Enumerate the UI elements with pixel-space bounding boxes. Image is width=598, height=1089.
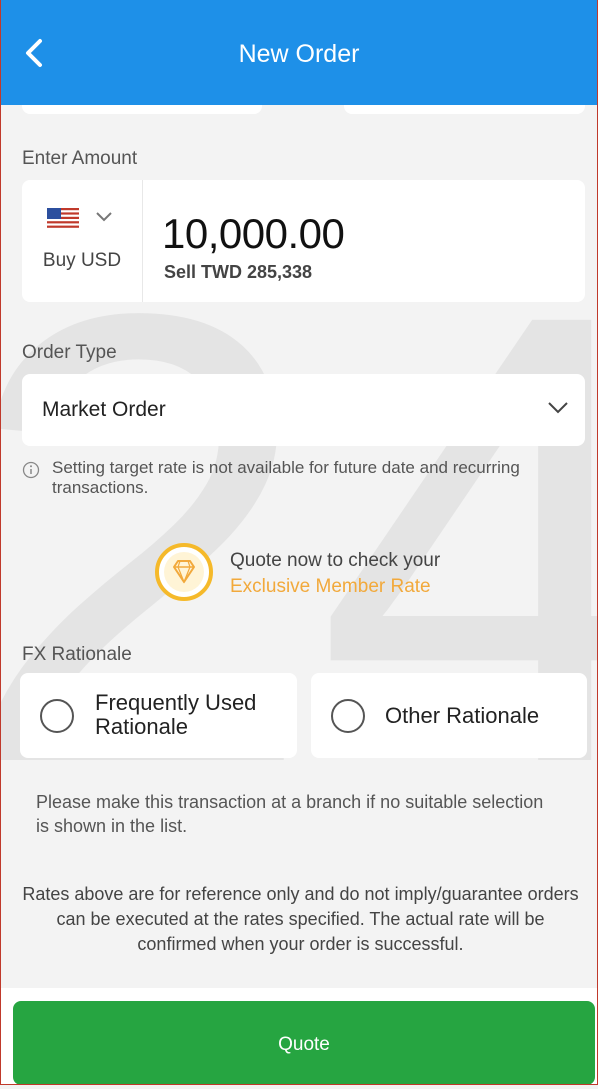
amount-card: Buy USD 10,000.00 Sell TWD 285,338 bbox=[22, 180, 585, 302]
order-type-label: Order Type bbox=[22, 342, 117, 363]
buy-currency-label: Buy USD bbox=[42, 250, 122, 271]
quote-button[interactable]: Quote bbox=[13, 1001, 595, 1085]
rationale-option-label: Other Rationale bbox=[385, 703, 540, 728]
page-title: New Order bbox=[238, 40, 360, 68]
diamond-icon bbox=[155, 543, 213, 601]
fx-rationale-label: FX Rationale bbox=[22, 644, 132, 665]
member-rate-text: Quote now to check your bbox=[230, 550, 441, 571]
currency-selector[interactable]: Buy USD bbox=[22, 180, 143, 302]
rationale-option-frequent[interactable]: Frequently Used Rationale bbox=[20, 673, 297, 758]
us-flag-icon bbox=[47, 208, 79, 230]
rate-disclaimer: Rates above are for reference only and d… bbox=[22, 884, 579, 954]
chevron-down-icon bbox=[548, 402, 568, 414]
amount-input[interactable]: 10,000.00 bbox=[162, 210, 345, 258]
order-type-value: Market Order bbox=[42, 398, 166, 421]
amount-label: Enter Amount bbox=[22, 148, 138, 169]
target-rate-note: Setting target rate is not available for… bbox=[52, 458, 520, 497]
radio-button[interactable] bbox=[40, 699, 74, 733]
branch-note: Please make this transaction at a branch… bbox=[36, 792, 544, 836]
order-type-select[interactable]: Market Order bbox=[22, 374, 585, 446]
rationale-option-label: Frequently Used Rationale bbox=[95, 690, 257, 739]
info-icon bbox=[22, 461, 40, 479]
radio-button[interactable] bbox=[331, 699, 365, 733]
member-rate-link[interactable]: Exclusive Member Rate bbox=[230, 576, 431, 598]
rationale-option-other[interactable]: Other Rationale bbox=[311, 673, 587, 758]
chevron-down-icon bbox=[96, 212, 112, 222]
app-header: New Order bbox=[0, 0, 598, 105]
sell-amount-label: Sell TWD 285,338 bbox=[164, 262, 313, 282]
